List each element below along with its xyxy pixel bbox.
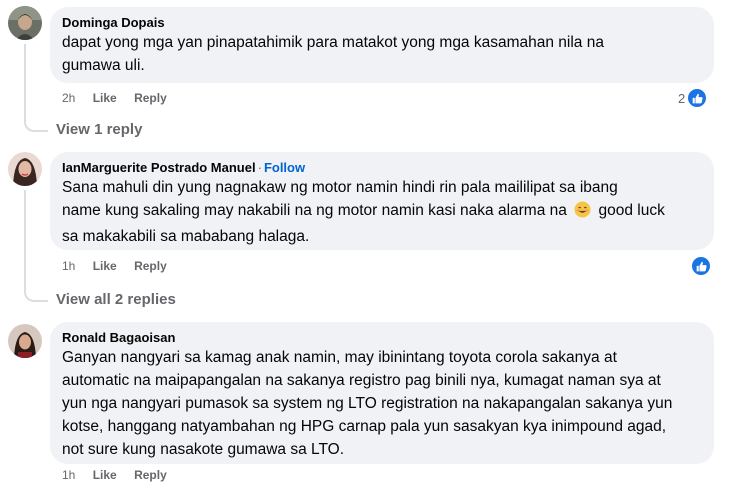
comment-bubble: Dominga Dopais dapat yong mga yan pinapa… bbox=[50, 7, 714, 83]
comment-actions: 2h Like Reply bbox=[62, 90, 181, 106]
reply-button[interactable]: Reply bbox=[134, 259, 167, 273]
comment-author[interactable]: Ronald Bagaoisan bbox=[62, 329, 702, 346]
comment-time[interactable]: 1h bbox=[62, 468, 75, 482]
separator-dot: · bbox=[257, 160, 262, 175]
like-button[interactable]: Like bbox=[93, 91, 117, 105]
comment-author[interactable]: Dominga Dopais bbox=[62, 14, 702, 31]
comment-line: Ganyan nangyari sa kamag anak namin, may… bbox=[62, 349, 617, 366]
comment-bubble: Ronald Bagaoisan Ganyan nangyari sa kama… bbox=[50, 322, 714, 464]
comment-line: yun nga nangyari pumasok sa system ng LT… bbox=[62, 395, 673, 412]
reaction-summary[interactable] bbox=[691, 256, 711, 276]
reply-button[interactable]: Reply bbox=[134, 91, 167, 105]
avatar[interactable] bbox=[8, 324, 42, 358]
comment-time[interactable]: 1h bbox=[62, 259, 75, 273]
reaction-summary[interactable]: 2 bbox=[678, 88, 708, 108]
follow-button[interactable]: Follow bbox=[264, 160, 305, 175]
comment-time[interactable]: 2h bbox=[62, 91, 75, 105]
comment-bubble: IanMarguerite Postrado Manuel · Follow San… bbox=[50, 152, 714, 250]
comment-line-text: name kung sakaling may nakabili na ng mo… bbox=[62, 202, 567, 219]
reply-button[interactable]: Reply bbox=[134, 468, 167, 482]
comment-author[interactable]: IanMarguerite Postrado Manuel bbox=[62, 160, 256, 175]
comment-line: automatic na maipapangalan na sakanya re… bbox=[62, 372, 661, 389]
comment-author-row: IanMarguerite Postrado Manuel · Follow bbox=[62, 159, 702, 176]
comment-line: dapat yong mga yan pinapatahimik para ma… bbox=[62, 34, 604, 51]
like-button[interactable]: Like bbox=[93, 468, 117, 482]
comment-text: dapat yong mga yan pinapatahimik para ma… bbox=[62, 31, 702, 77]
thread-line bbox=[24, 190, 26, 270]
comment-text: Ganyan nangyari sa kamag anak namin, may… bbox=[62, 346, 702, 461]
thumbs-up-icon bbox=[687, 88, 708, 108]
view-replies-link[interactable]: View all 2 replies bbox=[56, 291, 176, 308]
comment-line: sa makakabili sa mababang halaga. bbox=[62, 228, 310, 245]
comment-line: name kung sakaling may nakabili na ng mo… bbox=[62, 199, 702, 225]
thread-connector bbox=[24, 268, 48, 302]
like-button[interactable]: Like bbox=[93, 259, 117, 273]
thumbs-up-icon bbox=[691, 256, 711, 276]
comment-line-text: good luck bbox=[598, 202, 665, 219]
avatar[interactable] bbox=[8, 152, 42, 186]
comment-line: Sana mahuli din yung nagnakaw ng motor n… bbox=[62, 179, 618, 196]
reaction-count: 2 bbox=[678, 90, 686, 106]
comment-line: not sure kung nasakote gumawa sa LTO. bbox=[62, 441, 345, 458]
comment-actions: 1h Like Reply bbox=[62, 258, 181, 274]
smiling-face-emoji-icon bbox=[574, 201, 591, 225]
comment-text: Sana mahuli din yung nagnakaw ng motor n… bbox=[62, 176, 702, 248]
comment-line: gumawa uli. bbox=[62, 57, 145, 74]
thread-connector bbox=[24, 100, 48, 132]
thread-line bbox=[24, 44, 26, 102]
avatar[interactable] bbox=[8, 6, 42, 40]
view-replies-link[interactable]: View 1 reply bbox=[56, 121, 142, 138]
comment-line: kotse, hanggang natyambahan ng HPG carna… bbox=[62, 418, 667, 435]
